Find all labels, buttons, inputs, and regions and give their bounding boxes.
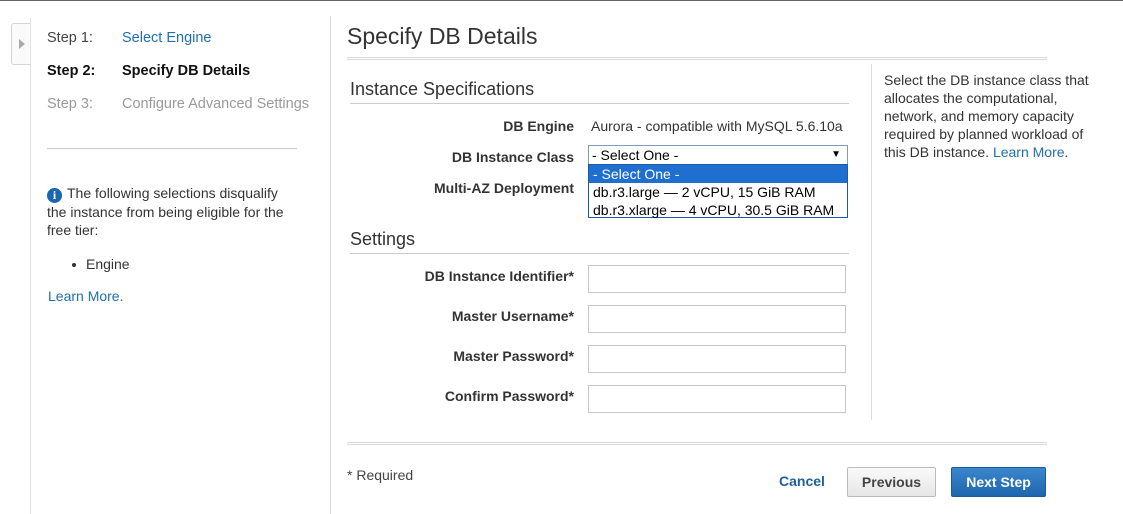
top-border: [0, 0, 1123, 1]
section-title-instance-specs: Instance Specifications: [350, 79, 535, 99]
title-divider: [347, 57, 1047, 60]
help-divider: [871, 64, 872, 420]
chevron-right-icon: [19, 39, 25, 49]
sidebar-border: [30, 18, 31, 514]
section-title-settings: Settings: [350, 229, 416, 249]
info-list: Engine: [72, 256, 130, 272]
sidebar-collapse-toggle[interactable]: [11, 23, 31, 65]
info-icon: i: [47, 188, 62, 203]
sidebar-learn-more-link[interactable]: Learn More.: [48, 288, 123, 304]
dropdown-option-r3-large[interactable]: db.r3.large — 2 vCPU, 15 GiB RAM: [589, 183, 847, 201]
info-text: The following selections disqualify the …: [47, 185, 284, 238]
dropdown-option-select-one[interactable]: - Select One -: [589, 165, 847, 183]
confirm-password-label: Confirm Password*: [444, 388, 574, 404]
section-divider: [350, 253, 849, 254]
db-instance-class-label: DB Instance Class: [451, 149, 574, 165]
master-password-input[interactable]: [588, 345, 846, 373]
previous-button[interactable]: Previous: [847, 467, 936, 497]
master-username-label: Master Username*: [451, 308, 574, 324]
master-password-label: Master Password*: [453, 348, 574, 364]
bullet-icon: [72, 263, 76, 268]
step-label-current: Specify DB Details: [122, 63, 251, 79]
confirm-password-input[interactable]: [588, 385, 846, 413]
help-learn-more-link[interactable]: Learn More: [993, 144, 1065, 160]
step-number: Step 2:: [47, 63, 96, 79]
list-item: Engine: [86, 256, 130, 272]
help-panel: Select the DB instance class that alloca…: [884, 72, 1089, 160]
page-title: Specify DB Details: [347, 23, 538, 49]
footer-divider: [347, 442, 1047, 445]
multi-az-label: Multi-AZ Deployment: [434, 180, 574, 196]
db-instance-class-select[interactable]: - Select One - ▼: [588, 145, 848, 165]
free-tier-info: i The following selections disqualify the…: [47, 184, 297, 239]
master-username-input[interactable]: [588, 305, 846, 333]
step-number: Step 3:: [47, 96, 93, 112]
db-instance-class-dropdown: - Select One - db.r3.large — 2 vCPU, 15 …: [588, 164, 848, 218]
db-engine-label: DB Engine: [503, 118, 574, 134]
main-divider: [330, 16, 331, 514]
step-number: Step 1:: [47, 30, 93, 46]
step-link-select-engine[interactable]: Select Engine: [122, 30, 211, 46]
dropdown-option-r3-xlarge[interactable]: db.r3.xlarge — 4 vCPU, 30.5 GiB RAM: [589, 201, 847, 219]
select-value: - Select One -: [592, 147, 679, 163]
sidebar-divider: [47, 148, 297, 149]
step-label-disabled: Configure Advanced Settings: [122, 96, 310, 112]
caret-down-icon: ▼: [831, 149, 841, 160]
cancel-button[interactable]: Cancel: [768, 473, 836, 489]
db-engine-value: Aurora - compatible with MySQL 5.6.10a: [591, 118, 843, 134]
section-divider: [350, 103, 849, 104]
db-instance-identifier-label: DB Instance Identifier*: [424, 268, 574, 284]
required-note: * Required: [347, 467, 414, 483]
next-step-button[interactable]: Next Step: [951, 467, 1046, 497]
db-instance-identifier-input[interactable]: [588, 265, 846, 293]
